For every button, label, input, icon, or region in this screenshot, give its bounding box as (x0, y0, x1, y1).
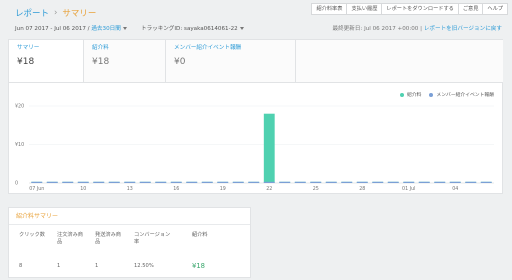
tracking-id-selector[interactable]: トラッキングID: sayaka0614061-22 (141, 24, 244, 32)
bar (77, 181, 89, 183)
x-tick-label: 22 (266, 186, 272, 192)
bar (170, 181, 182, 183)
bar (341, 181, 353, 183)
x-tick-label: 13 (127, 186, 133, 192)
chevron-down-icon (239, 27, 244, 30)
summary-title: 紹介料サマリー (9, 208, 250, 225)
bar (217, 181, 229, 183)
legend-label-referral-fee: 紹介料 (407, 93, 422, 98)
tab-referral-fee-value: ¥18 (92, 57, 110, 67)
period-dropdown-label: 過去30日間 (91, 26, 121, 32)
bar (449, 181, 461, 183)
y-tick-label: ¥10 (15, 142, 24, 148)
bar (279, 181, 291, 183)
period-dropdown[interactable]: 過去30日間 (91, 26, 127, 32)
referral-fee-summary: 紹介料サマリー クリック数 注文済み商品 発送済み商品 コンバージョン率 紹介料… (8, 207, 251, 278)
bar (434, 181, 446, 183)
bar (248, 181, 260, 183)
tab-referral-fee[interactable]: 紹介料 ¥18 (84, 40, 166, 83)
summary-header-clicks: クリック数 (19, 232, 45, 238)
bar (108, 181, 120, 183)
x-tick-label: 07 Jun (29, 186, 44, 192)
legend-item-referral-fee[interactable]: 紹介料 (400, 91, 421, 98)
summary-value-clicks: 8 (19, 263, 23, 269)
tab-member-event-reward[interactable]: メンバー紹介イベント報酬 ¥0 (166, 40, 296, 83)
bar (387, 181, 399, 183)
legend-item-member-event-reward[interactable]: メンバー紹介イベント報酬 (429, 91, 494, 98)
tab-referral-fee-label: 紹介料 (92, 45, 109, 51)
summary-header-ordered: 注文済み商品 (57, 232, 83, 245)
bar (465, 181, 477, 183)
feedback-button[interactable]: ご意見 (458, 3, 484, 15)
x-tick-label: 10 (80, 186, 86, 192)
bar (325, 181, 337, 183)
legend-swatch-referral-fee (400, 92, 405, 97)
x-tick-label: 16 (173, 186, 179, 192)
x-tick-label: 25 (313, 186, 319, 192)
fee-rates-button[interactable]: 紹介料率表 (311, 3, 348, 15)
payment-history-button[interactable]: 支払い履歴 (347, 3, 383, 15)
legend-label-member-event-reward: メンバー紹介イベント報酬 (436, 93, 494, 98)
last-updated: 最終更新日: Jul 06 2017 +00:00 | レポートを旧バージョンに… (332, 24, 502, 32)
tracking-id-label: トラッキングID: (141, 26, 183, 32)
bar (310, 181, 322, 183)
old-version-link[interactable]: レポートを旧バージョンに戻す (424, 26, 502, 32)
tab-member-event-reward-value: ¥0 (174, 57, 186, 67)
bar (372, 181, 384, 183)
bar (232, 181, 244, 183)
summary-value-fee: ¥18 (192, 262, 205, 270)
bar (93, 181, 105, 183)
y-tick-label: ¥20 (15, 104, 24, 110)
top-nav: 紹介料率表 支払い履歴 レポートをダウンロードする ご意見 ヘルプ (311, 3, 508, 15)
summary-value-ordered: 1 (57, 263, 61, 269)
tab-summary-value: ¥18 (17, 57, 35, 67)
breadcrumb-root-link[interactable]: レポート (15, 7, 49, 19)
bar (356, 181, 368, 183)
bar (201, 181, 213, 183)
bar (263, 113, 275, 183)
bar (155, 181, 167, 183)
bar (403, 181, 415, 183)
bar (31, 181, 43, 183)
metric-tabs: サマリー ¥18 紹介料 ¥18 メンバー紹介イベント報酬 ¥0 (8, 39, 503, 91)
date-range-text: Jun 07 2017 - Jul 06 2017 / (15, 26, 90, 32)
bar (124, 181, 136, 183)
x-tick-label: 19 (220, 186, 226, 192)
tracking-id-value: sayaka0614061-22 (184, 26, 238, 32)
earnings-chart-panel: 紹介料 メンバー紹介イベント報酬 ¥20 ¥10 0 07 Jun 10 13 16 19 22… (8, 82, 503, 194)
help-button[interactable]: ヘルプ (483, 3, 508, 15)
summary-header-shipped: 発送済み商品 (95, 232, 121, 245)
x-tick-label: 28 (359, 186, 365, 192)
summary-value-conversion: 12.50% (134, 263, 154, 269)
download-report-button[interactable]: レポートをダウンロードする (382, 3, 459, 15)
bar (139, 181, 151, 183)
date-range: Jun 07 2017 - Jul 06 2017 / 過去30日間 (15, 24, 127, 32)
bar (263, 181, 275, 183)
breadcrumb-current: サマリー (62, 9, 97, 19)
chevron-down-icon (122, 27, 127, 30)
tab-summary-label: サマリー (17, 45, 40, 51)
legend-swatch-member-event-reward (429, 92, 434, 97)
breadcrumb: レポート › サマリー (15, 7, 96, 19)
y-tick-label: 0 (15, 181, 18, 187)
earnings-bar-chart: ¥20 ¥10 0 07 Jun 10 13 16 19 22 25 28 01 Jul 04 (15, 104, 494, 192)
chart-legend: 紹介料 メンバー紹介イベント報酬 (400, 91, 494, 98)
bar (480, 181, 492, 183)
bar (186, 181, 198, 183)
bar (294, 181, 306, 183)
summary-value-shipped: 1 (95, 263, 99, 269)
tab-member-event-reward-label: メンバー紹介イベント報酬 (174, 45, 242, 51)
x-tick-label: 01 Jul (402, 186, 415, 192)
breadcrumb-separator: › (54, 8, 58, 18)
bar (62, 181, 74, 183)
summary-header-fee: 紹介料 (192, 232, 208, 238)
bar (46, 181, 58, 183)
summary-header-conversion: コンバージョン率 (134, 232, 171, 245)
x-tick-label: 04 (452, 186, 458, 192)
bar (418, 181, 430, 183)
last-updated-text: 最終更新日: Jul 06 2017 +00:00 | (332, 26, 423, 32)
